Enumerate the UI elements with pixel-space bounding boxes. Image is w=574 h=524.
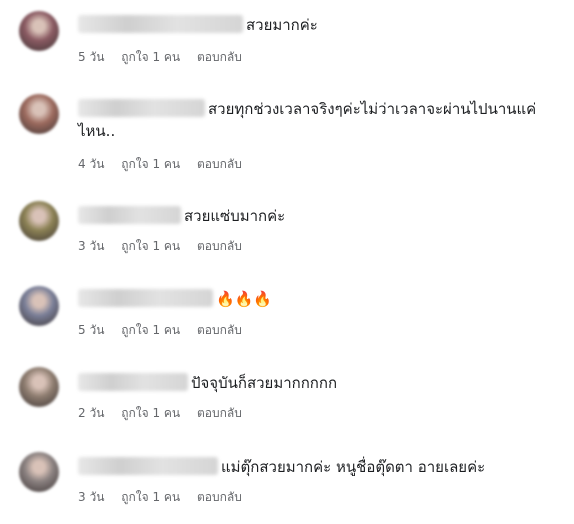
comment-body: สวยทุกช่วงเวลาจริงๆค่ะไม่ว่าเวลาจะผ่านไป…	[78, 98, 566, 142]
comment-likes[interactable]: ถูกใจ 1 คน	[121, 323, 180, 337]
comment-likes[interactable]: ถูกใจ 1 คน	[121, 406, 180, 420]
comment-body: แม่ตุ๊กสวยมากค่ะ หนูชื่อตุ๊ดตา อายเลยค่ะ	[78, 456, 566, 478]
reply-link[interactable]: ตอบกลับ	[197, 157, 242, 171]
avatar[interactable]	[19, 11, 59, 51]
comment-likes[interactable]: ถูกใจ 1 คน	[121, 50, 180, 64]
comment-likes[interactable]: ถูกใจ 1 คน	[121, 239, 180, 253]
comment-body: สวยแซ่บมากค่ะ	[78, 205, 566, 227]
avatar[interactable]	[19, 94, 59, 134]
avatar[interactable]	[19, 286, 59, 326]
comment-body: สวยมากค่ะ	[78, 14, 566, 36]
comment-body: 🔥🔥🔥	[78, 288, 566, 310]
comment-body: ปัจจุบันก็สวยมากกกกก	[78, 372, 566, 394]
commenter-name-blurred[interactable]	[78, 457, 218, 475]
comment-actions: 4 วัน ถูกใจ 1 คน ตอบกลับ	[78, 156, 255, 172]
commenter-name-blurred[interactable]	[78, 15, 243, 33]
commenter-name-blurred[interactable]	[78, 99, 205, 117]
comment-actions: 3 วัน ถูกใจ 1 คน ตอบกลับ	[78, 489, 255, 505]
comment-time[interactable]: 3 วัน	[78, 239, 104, 253]
commenter-name-blurred[interactable]	[78, 289, 213, 307]
reply-link[interactable]: ตอบกลับ	[197, 323, 242, 337]
comment-text: แม่ตุ๊กสวยมากค่ะ หนูชื่อตุ๊ดตา อายเลยค่ะ	[221, 458, 486, 476]
comment-time[interactable]: 4 วัน	[78, 157, 104, 171]
comment-time[interactable]: 2 วัน	[78, 406, 104, 420]
comment-actions: 3 วัน ถูกใจ 1 คน ตอบกลับ	[78, 238, 255, 254]
reply-link[interactable]: ตอบกลับ	[197, 406, 242, 420]
comment-time[interactable]: 5 วัน	[78, 50, 104, 64]
comment-time[interactable]: 5 วัน	[78, 323, 104, 337]
comment-likes[interactable]: ถูกใจ 1 คน	[121, 490, 180, 504]
comment-time[interactable]: 3 วัน	[78, 490, 104, 504]
commenter-name-blurred[interactable]	[78, 206, 181, 224]
avatar[interactable]	[19, 452, 59, 492]
reply-link[interactable]: ตอบกลับ	[197, 239, 242, 253]
fire-emoji-text: 🔥🔥🔥	[216, 290, 273, 308]
reply-link[interactable]: ตอบกลับ	[197, 490, 242, 504]
comment-likes[interactable]: ถูกใจ 1 คน	[121, 157, 180, 171]
avatar[interactable]	[19, 367, 59, 407]
commenter-name-blurred[interactable]	[78, 373, 188, 391]
reply-link[interactable]: ตอบกลับ	[197, 50, 242, 64]
comment-text: สวยมากค่ะ	[246, 16, 318, 34]
comment-actions: 5 วัน ถูกใจ 1 คน ตอบกลับ	[78, 322, 255, 338]
comment-actions: 2 วัน ถูกใจ 1 คน ตอบกลับ	[78, 405, 255, 421]
comment-text: สวยแซ่บมากค่ะ	[184, 207, 286, 225]
comment-text: ปัจจุบันก็สวยมากกกกก	[191, 374, 338, 392]
avatar[interactable]	[19, 201, 59, 241]
comment-actions: 5 วัน ถูกใจ 1 คน ตอบกลับ	[78, 49, 255, 65]
